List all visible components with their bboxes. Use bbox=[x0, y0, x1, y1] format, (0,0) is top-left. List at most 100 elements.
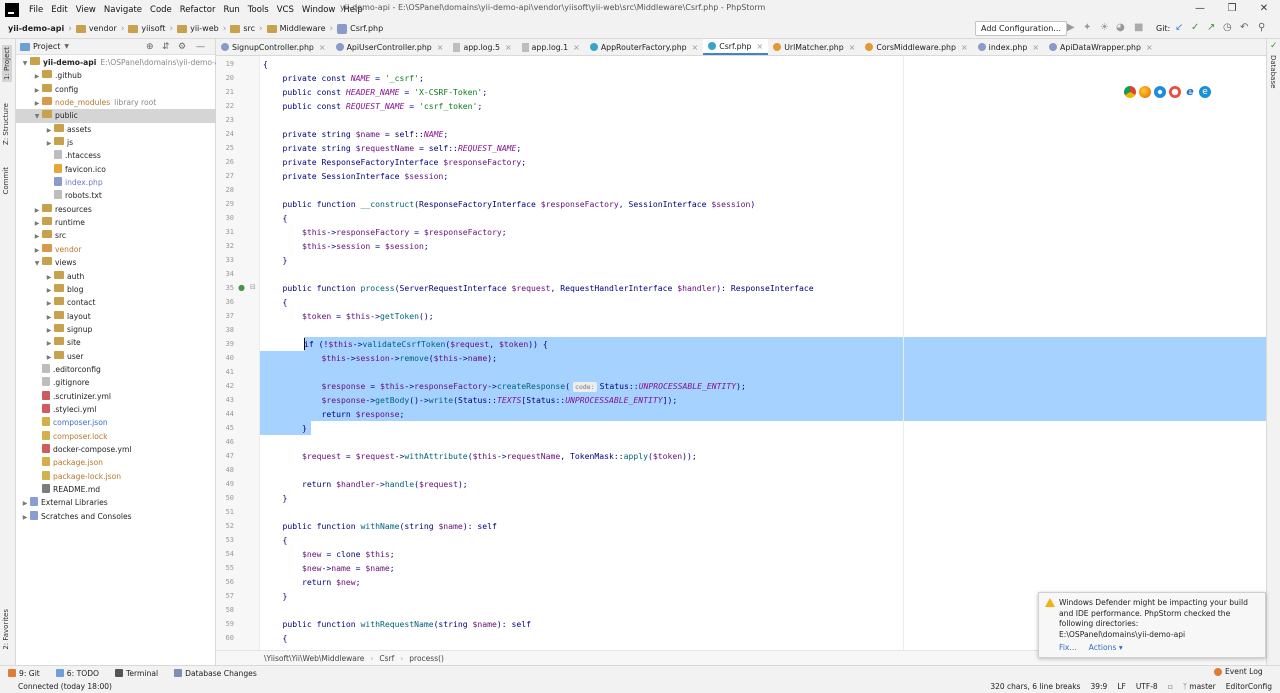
tree-item[interactable]: .editorconfig bbox=[16, 363, 216, 376]
breadcrumb-item[interactable]: Csrf.php bbox=[333, 23, 387, 34]
chevron-down-icon[interactable]: ▼ bbox=[32, 257, 42, 270]
tree-item[interactable]: index.php bbox=[16, 176, 216, 189]
code-line[interactable] bbox=[260, 505, 263, 519]
tree-item[interactable]: ▶ Scratches and Consoles bbox=[16, 510, 216, 523]
code-line[interactable]: { bbox=[260, 57, 268, 71]
editor-tab[interactable]: CorsMiddleware.php × bbox=[860, 39, 972, 55]
chevron-right-icon[interactable]: ▶ bbox=[32, 217, 42, 230]
tool-window-button[interactable]: 6: TODO bbox=[48, 669, 107, 678]
code-line[interactable] bbox=[260, 463, 263, 477]
menu-item-tools[interactable]: Tools bbox=[244, 5, 273, 15]
code-line[interactable]: $this->session->remove($this->name); bbox=[260, 351, 1266, 365]
close-tab-icon[interactable]: × bbox=[319, 43, 326, 52]
tree-item[interactable]: ▶ External Libraries bbox=[16, 496, 216, 509]
tree-item[interactable]: ▼ views bbox=[16, 256, 216, 269]
editor-tab[interactable]: app.log.1 × bbox=[517, 39, 585, 55]
git-update-icon[interactable]: ↙ bbox=[1175, 22, 1183, 33]
tree-item[interactable]: ▼ public bbox=[16, 109, 216, 123]
code-line[interactable] bbox=[260, 113, 263, 127]
tree-item[interactable]: ▶ resources bbox=[16, 203, 216, 216]
tree-item[interactable]: ▶ layout bbox=[16, 310, 216, 323]
editor-tab[interactable]: UrlMatcher.php × bbox=[768, 39, 860, 55]
code-line[interactable]: public function withRequestName(string $… bbox=[260, 617, 531, 631]
code-breadcrumb-item[interactable]: Csrf bbox=[379, 654, 394, 663]
connection-status[interactable]: Connected (today 18:00) bbox=[0, 682, 112, 691]
tree-item[interactable]: ▶ contact bbox=[16, 296, 216, 309]
code-line[interactable]: $request = $request->withAttribute($this… bbox=[260, 449, 697, 463]
tree-item[interactable]: ▶ config bbox=[16, 83, 216, 96]
coverage-icon[interactable]: ☀ bbox=[1100, 22, 1109, 33]
chevron-right-icon[interactable]: ▶ bbox=[32, 97, 42, 110]
menu-item-view[interactable]: View bbox=[72, 5, 100, 15]
chevron-right-icon[interactable]: ▶ bbox=[44, 297, 54, 310]
editor-tab[interactable]: Csrf.php × bbox=[703, 39, 769, 55]
tree-item[interactable]: ▶ node_modules library root bbox=[16, 96, 216, 109]
override-marker-icon[interactable]: ● bbox=[238, 283, 245, 292]
code-line[interactable]: $this->responseFactory = $responseFactor… bbox=[260, 225, 507, 239]
fold-marker-icon[interactable]: ⊟ bbox=[250, 283, 256, 291]
history-icon[interactable]: ◷ bbox=[1223, 22, 1232, 33]
tree-item[interactable]: package.json bbox=[16, 456, 216, 469]
rollback-icon[interactable]: ↶ bbox=[1240, 22, 1248, 33]
tree-item[interactable]: ▶ js bbox=[16, 136, 216, 149]
tree-item[interactable]: composer.lock bbox=[16, 430, 216, 443]
menu-item-code[interactable]: Code bbox=[146, 5, 176, 15]
tree-item[interactable]: ▶ runtime bbox=[16, 216, 216, 229]
line-separator[interactable]: LF bbox=[1117, 682, 1126, 691]
project-panel-title[interactable]: Project bbox=[33, 42, 60, 51]
chevron-right-icon[interactable]: ▶ bbox=[44, 124, 54, 137]
tree-item[interactable]: ▶ src bbox=[16, 229, 216, 242]
close-tab-icon[interactable]: × bbox=[1146, 43, 1153, 52]
chrome-icon[interactable] bbox=[1124, 86, 1136, 98]
close-tab-icon[interactable]: × bbox=[573, 43, 580, 52]
code-line[interactable]: public function withName(string $name): … bbox=[260, 519, 496, 533]
close-tab-icon[interactable]: × bbox=[692, 43, 699, 52]
chevron-right-icon[interactable]: ▶ bbox=[32, 230, 42, 243]
search-everywhere-icon[interactable]: ⚲ bbox=[1258, 22, 1265, 33]
close-tab-icon[interactable]: × bbox=[437, 43, 444, 52]
code-editor[interactable]: { private const NAME = '_csrf'; public c… bbox=[260, 56, 1266, 650]
code-line[interactable]: $new->name = $name; bbox=[260, 561, 395, 575]
editor-tab[interactable]: ApiUserController.php × bbox=[331, 39, 449, 55]
menu-item-navigate[interactable]: Navigate bbox=[100, 5, 146, 15]
tool-window-button[interactable]: Terminal bbox=[107, 669, 166, 678]
menu-item-window[interactable]: Window bbox=[298, 5, 340, 15]
close-tab-icon[interactable]: × bbox=[961, 43, 968, 52]
restore-icon[interactable]: ❐ bbox=[1216, 0, 1248, 19]
git-commit-icon[interactable]: ✓ bbox=[1191, 22, 1199, 33]
opera-icon[interactable] bbox=[1169, 86, 1181, 98]
code-line[interactable]: private string $requestName = self::REQU… bbox=[260, 141, 521, 155]
expand-all-icon[interactable]: ⇵ bbox=[162, 42, 170, 52]
code-line[interactable]: private const NAME = '_csrf'; bbox=[260, 71, 423, 85]
structure-tool-tab[interactable]: Z: Structure bbox=[2, 103, 10, 145]
tree-item[interactable]: favicon.ico bbox=[16, 163, 216, 176]
menu-item-edit[interactable]: Edit bbox=[47, 5, 71, 15]
close-tab-icon[interactable]: × bbox=[1032, 43, 1039, 52]
code-line[interactable]: $new = clone $this; bbox=[260, 547, 395, 561]
close-icon[interactable]: ✕ bbox=[1248, 0, 1280, 19]
code-line[interactable] bbox=[260, 183, 263, 197]
editor-tab[interactable]: SignupController.php × bbox=[216, 39, 331, 55]
tree-item[interactable]: .htaccess bbox=[16, 149, 216, 162]
code-line[interactable]: public function __construct(ResponseFact… bbox=[260, 197, 755, 211]
close-tab-icon[interactable]: × bbox=[757, 42, 764, 51]
menu-item-file[interactable]: File bbox=[25, 5, 47, 15]
code-line[interactable]: public const REQUEST_NAME = 'csrf_token'… bbox=[260, 99, 482, 113]
code-line[interactable] bbox=[260, 603, 263, 617]
code-line[interactable] bbox=[260, 365, 1266, 379]
caret-position[interactable]: 39:9 bbox=[1090, 682, 1107, 691]
code-line[interactable]: return $handler->handle($request); bbox=[260, 477, 468, 491]
locate-file-icon[interactable]: ⊕ bbox=[146, 42, 154, 52]
editorconfig-status[interactable]: EditorConfig bbox=[1226, 682, 1272, 691]
tool-window-button[interactable]: Database Changes bbox=[166, 669, 265, 678]
breadcrumb-item[interactable]: vendor bbox=[72, 24, 121, 33]
chevron-right-icon[interactable]: ▶ bbox=[44, 324, 54, 337]
breadcrumb-item[interactable]: yii-demo-api bbox=[0, 24, 68, 33]
editor-tab[interactable]: ApiDataWrapper.php × bbox=[1044, 39, 1158, 55]
fix-link[interactable]: Fix... bbox=[1059, 643, 1077, 654]
commit-tool-tab[interactable]: Commit bbox=[2, 167, 10, 195]
chevron-right-icon[interactable]: ▶ bbox=[44, 137, 54, 150]
tree-item[interactable]: .gitignore bbox=[16, 376, 216, 389]
chevron-right-icon[interactable]: ▶ bbox=[32, 204, 42, 217]
tree-item[interactable]: composer.json bbox=[16, 416, 216, 429]
